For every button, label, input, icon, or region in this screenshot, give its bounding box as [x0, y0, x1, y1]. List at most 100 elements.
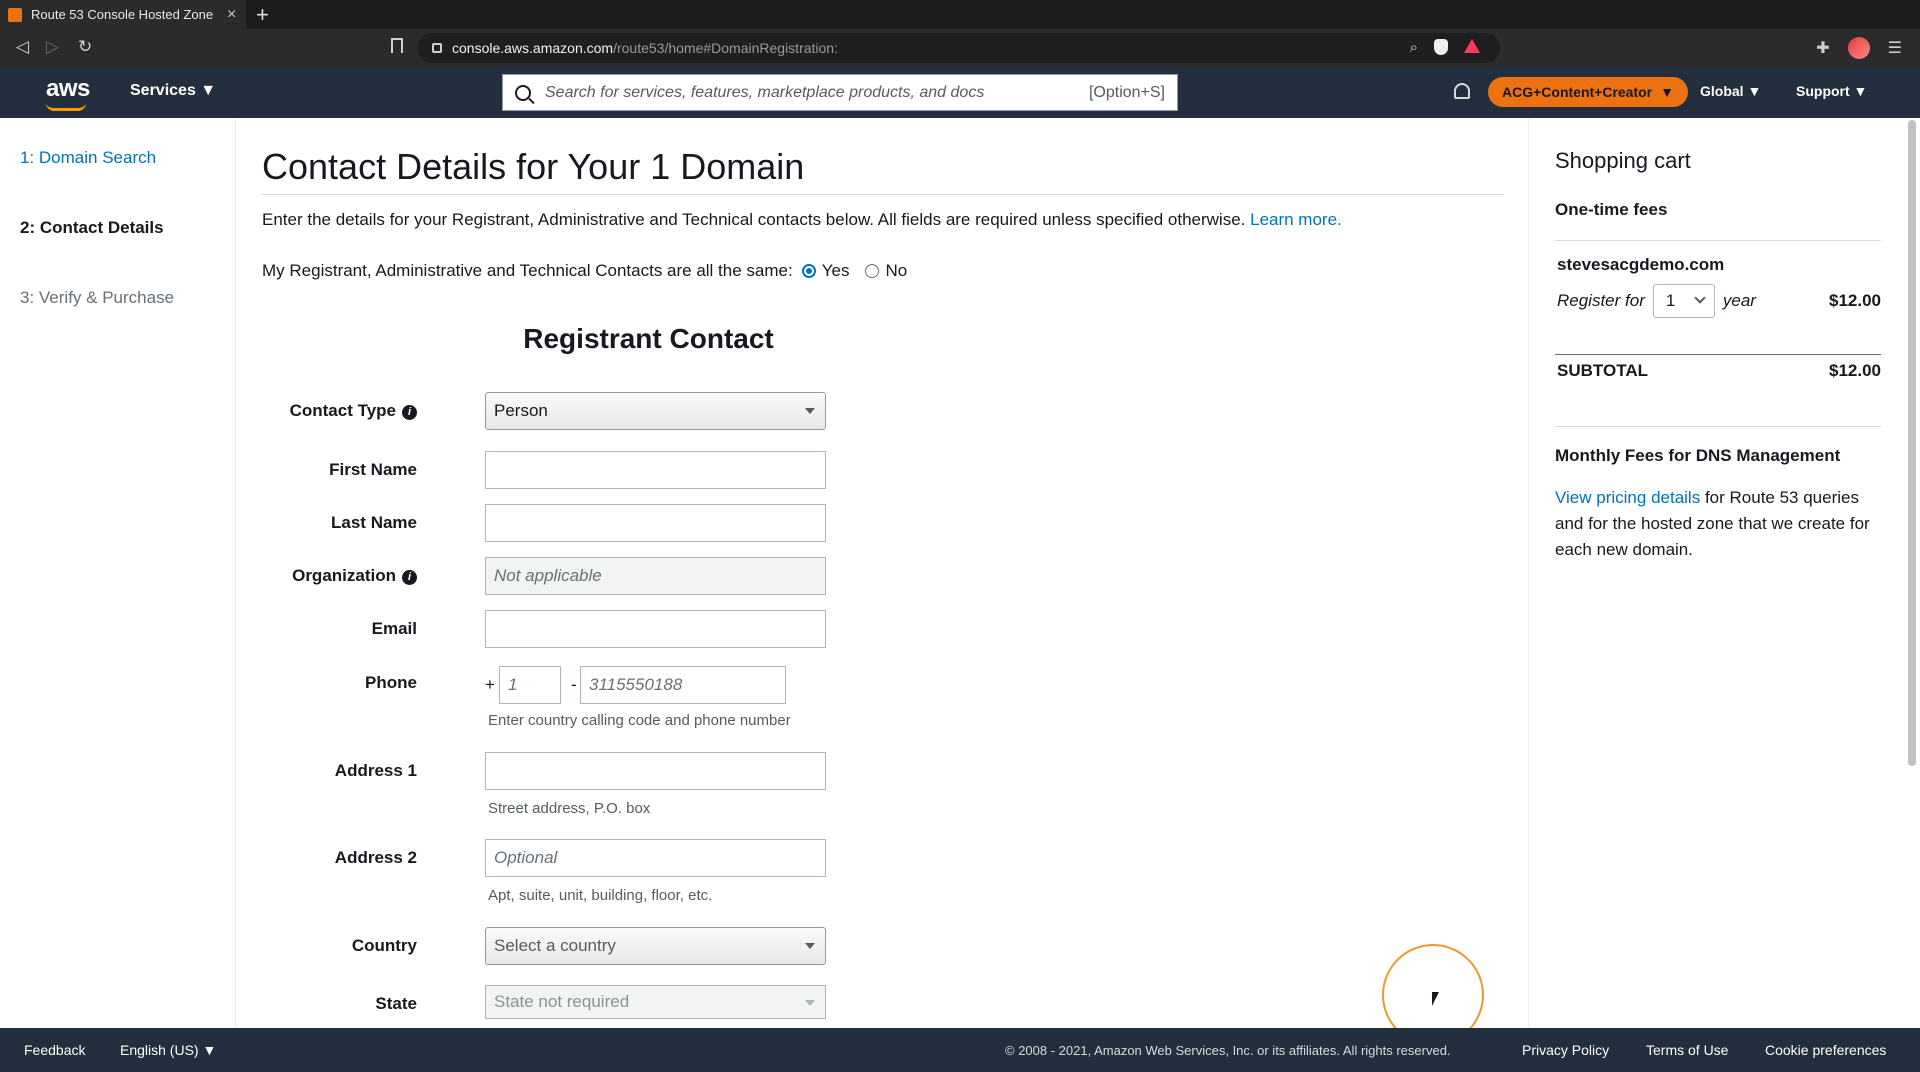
url-path: /route53/home#DomainRegistration:	[613, 40, 838, 56]
search-shortcut: [Option+S]	[1088, 83, 1165, 101]
language-menu[interactable]: English (US) ▼	[120, 1042, 216, 1058]
info-icon[interactable]: i	[402, 405, 417, 420]
phone-number-field[interactable]: 3115550188	[580, 666, 786, 704]
dropdown-caret-icon	[805, 1000, 815, 1006]
address2-label: Address 2	[334, 848, 417, 867]
last-name-field[interactable]	[485, 504, 826, 542]
account-name: ACG+Content+Creator	[1502, 84, 1653, 100]
phone-number-placeholder: 3115550188	[589, 675, 683, 694]
cart-domain-name: stevesacgdemo.com	[1557, 255, 1725, 274]
years-value: 1	[1665, 291, 1676, 310]
feedback-link[interactable]: Feedback	[24, 1042, 85, 1058]
section-title: Registrant Contact	[523, 323, 774, 354]
address2-field[interactable]: Optional	[485, 839, 826, 877]
new-tab-icon[interactable]: +	[256, 2, 269, 28]
intro-text: Enter the details for your Registrant, A…	[262, 210, 1342, 230]
support-menu[interactable]: Support ▼	[1796, 83, 1867, 99]
back-icon[interactable]: ◁	[16, 37, 29, 57]
profile-avatar[interactable]	[1847, 37, 1870, 59]
page-title: Contact Details for Your 1 Domain	[262, 146, 805, 187]
scrollbar-thumb[interactable]	[1908, 120, 1916, 766]
menu-icon[interactable]: ☰	[1888, 38, 1902, 58]
aws-logo[interactable]: aws	[46, 75, 90, 103]
forward-icon[interactable]: ▷	[46, 37, 59, 57]
address1-label: Address 1	[334, 761, 417, 780]
footer: Feedback English (US) ▼ © 2008 - 2021, A…	[0, 1028, 1920, 1072]
info-icon[interactable]: i	[402, 570, 417, 585]
registration-price: $12.00	[1829, 291, 1881, 310]
subtotal-value: $12.00	[1829, 361, 1881, 380]
same-contacts-question: My Registrant, Administrative and Techni…	[262, 261, 793, 280]
address1-field[interactable]	[485, 752, 826, 790]
organization-label-text: Organization	[292, 566, 396, 585]
search-input[interactable]	[545, 83, 1089, 102]
monthly-fees-heading: Monthly Fees for DNS Management	[1555, 446, 1841, 465]
services-menu[interactable]: Services ▼	[130, 82, 216, 100]
account-menu[interactable]: ACG+Content+Creator ▼	[1488, 77, 1688, 107]
first-name-label: First Name	[329, 460, 417, 479]
contact-type-value: Person	[494, 401, 548, 420]
browser-tab-strip: Route 53 Console Hosted Zone × +	[0, 0, 1920, 29]
aws-favicon-icon	[8, 7, 22, 22]
address1-hint: Street address, P.O. box	[488, 800, 651, 817]
email-label: Email	[371, 619, 417, 638]
state-label: State	[375, 994, 417, 1013]
year-label: year	[1722, 291, 1756, 310]
phone-dash: -	[571, 675, 577, 694]
learn-more-link[interactable]: Learn more.	[1250, 210, 1342, 229]
same-contacts-row: My Registrant, Administrative and Techni…	[262, 261, 907, 281]
register-row: Register for 1 year $12.00	[1557, 284, 1881, 318]
organization-label: Organization i	[262, 566, 417, 586]
monthly-fees-text: View pricing details for Route 53 querie…	[1555, 485, 1885, 563]
terms-of-use-link[interactable]: Terms of Use	[1646, 1042, 1728, 1058]
view-pricing-link[interactable]: View pricing details	[1555, 488, 1700, 507]
same-yes-radio[interactable]	[801, 264, 816, 278]
zoom-icon[interactable]: ⌕	[1410, 39, 1418, 56]
country-label: Country	[351, 936, 417, 955]
bookmark-icon[interactable]	[391, 38, 403, 53]
organization-placeholder: Not applicable	[494, 566, 602, 585]
cookie-preferences-link[interactable]: Cookie preferences	[1765, 1042, 1886, 1058]
dropdown-caret-icon	[805, 943, 815, 949]
same-no-label[interactable]: No	[885, 261, 907, 281]
phone-country-code-placeholder: 1	[508, 675, 518, 694]
brave-shields-icon[interactable]	[1434, 39, 1448, 55]
notifications-bell-icon[interactable]	[1454, 83, 1470, 99]
browser-toolbar: ◁ ▷ ↻ console.aws.amazon.com /route53/ho…	[0, 29, 1920, 67]
country-select[interactable]: Select a country	[485, 927, 826, 965]
state-value: State not required	[494, 992, 630, 1011]
step-verify-purchase: 3: Verify & Purchase	[20, 288, 175, 307]
divider	[1555, 354, 1881, 355]
first-name-field[interactable]	[485, 451, 826, 489]
country-value: Select a country	[494, 936, 616, 955]
same-no-radio[interactable]	[865, 264, 880, 278]
main-content: Contact Details for Your 1 Domain Enter …	[262, 118, 1504, 1028]
extensions-icon[interactable]: ✚	[1816, 38, 1829, 58]
region-menu[interactable]: Global ▼	[1700, 83, 1761, 99]
wizard-steps: 1: Domain Search 2: Contact Details 3: V…	[0, 118, 236, 1028]
phone-country-code-field[interactable]: 1	[499, 666, 561, 704]
address2-placeholder: Optional	[494, 848, 558, 867]
step-domain-search[interactable]: 1: Domain Search	[20, 148, 156, 168]
search-bar[interactable]: [Option+S]	[502, 74, 1178, 111]
organization-field: Not applicable	[485, 557, 826, 595]
browser-tab[interactable]: Route 53 Console Hosted Zone ×	[0, 0, 246, 29]
contact-type-select[interactable]: Person	[485, 392, 826, 430]
mouse-cursor-icon	[1432, 992, 1446, 1006]
subtotal-row: SUBTOTAL $12.00	[1557, 361, 1881, 381]
last-name-label: Last Name	[331, 513, 417, 532]
address-bar[interactable]: console.aws.amazon.com /route53/home#Dom…	[418, 33, 1500, 63]
divider	[1555, 240, 1881, 241]
phone-plus: +	[485, 675, 495, 694]
reload-icon[interactable]: ↻	[78, 37, 92, 57]
email-field[interactable]	[485, 610, 826, 648]
url-host: console.aws.amazon.com	[452, 40, 614, 56]
brave-rewards-icon[interactable]	[1464, 39, 1480, 53]
years-select[interactable]: 1	[1652, 284, 1715, 318]
phone-label: Phone	[365, 673, 417, 692]
close-tab-icon[interactable]: ×	[227, 6, 236, 24]
privacy-policy-link[interactable]: Privacy Policy	[1522, 1042, 1609, 1058]
same-yes-label[interactable]: Yes	[822, 261, 850, 281]
step-contact-details: 2: Contact Details	[20, 218, 164, 237]
aws-header: aws Services ▼ [Option+S] ACG+Content+Cr…	[0, 67, 1920, 118]
